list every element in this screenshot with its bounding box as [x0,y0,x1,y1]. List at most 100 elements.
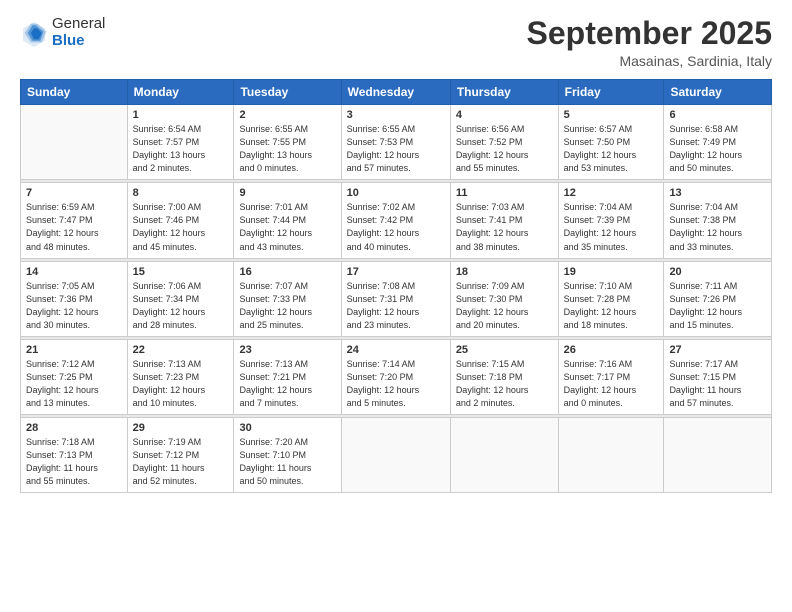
calendar-cell-w5-d3: 30 Sunrise: 7:20 AM Sunset: 7:10 PM Dayli… [234,417,341,492]
day-number: 8 [133,187,229,199]
calendar-cell-w5-d1: 28 Sunrise: 7:18 AM Sunset: 7:13 PM Dayli… [21,417,128,492]
calendar-cell-w4-d2: 22 Sunrise: 7:13 AM Sunset: 7:23 PM Dayli… [127,339,234,414]
header-monday: Monday [127,80,234,105]
day-number: 28 [26,422,122,434]
day-info: Sunrise: 6:54 AM Sunset: 7:57 PM Dayligh… [133,123,229,175]
calendar-cell-w2-d2: 8Sunrise: 7:00 AM Sunset: 7:46 PM Daylig… [127,183,234,258]
week-row-1: 1Sunrise: 6:54 AM Sunset: 7:57 PM Daylig… [21,105,772,180]
calendar-cell-w5-d6 [558,417,664,492]
logo: General Blue [20,16,105,49]
day-info: Sunrise: 7:09 AM Sunset: 7:30 PM Dayligh… [456,280,553,332]
calendar-cell-w3-d7: 20Sunrise: 7:11 AM Sunset: 7:26 PM Dayli… [664,261,772,336]
calendar-cell-w5-d2: 29 Sunrise: 7:19 AM Sunset: 7:12 PM Dayli… [127,417,234,492]
day-number: 13 [669,187,766,199]
day-info: Sunrise: 7:16 AM Sunset: 7:17 PM Dayligh… [564,358,659,410]
calendar-cell-w2-d5: 11 Sunrise: 7:03 AM Sunset: 7:41 PM Dayli… [450,183,558,258]
day-info: Sunrise: 7:12 AM Sunset: 7:25 PM Dayligh… [26,358,122,410]
calendar-cell-w1-d6: 5 Sunrise: 6:57 AM Sunset: 7:50 PM Daylig… [558,105,664,180]
day-number: 16 [239,266,335,278]
day-number: 21 [26,344,122,356]
calendar-cell-w2-d4: 10Sunrise: 7:02 AM Sunset: 7:42 PM Dayli… [341,183,450,258]
day-number: 7 [26,187,122,199]
day-number: 3 [347,109,445,121]
calendar-cell-w2-d6: 12Sunrise: 7:04 AM Sunset: 7:39 PM Dayli… [558,183,664,258]
header-saturday: Saturday [664,80,772,105]
day-info: Sunrise: 6:59 AM Sunset: 7:47 PM Dayligh… [26,201,122,253]
day-info: Sunrise: 7:02 AM Sunset: 7:42 PM Dayligh… [347,201,445,253]
location-subtitle: Masainas, Sardinia, Italy [527,53,772,69]
calendar-cell-w1-d1 [21,105,128,180]
calendar-cell-w3-d3: 16 Sunrise: 7:07 AM Sunset: 7:33 PM Dayli… [234,261,341,336]
day-info: Sunrise: 7:04 AM Sunset: 7:38 PM Dayligh… [669,201,766,253]
day-info: Sunrise: 7:07 AM Sunset: 7:33 PM Dayligh… [239,280,335,332]
day-number: 11 [456,187,553,199]
week-row-4: 21 Sunrise: 7:12 AM Sunset: 7:25 PM Dayli… [21,339,772,414]
calendar-cell-w5-d5 [450,417,558,492]
day-info: Sunrise: 7:10 AM Sunset: 7:28 PM Dayligh… [564,280,659,332]
calendar-cell-w4-d6: 26 Sunrise: 7:16 AM Sunset: 7:17 PM Dayli… [558,339,664,414]
day-number: 5 [564,109,659,121]
day-info: Sunrise: 7:01 AM Sunset: 7:44 PM Dayligh… [239,201,335,253]
day-number: 15 [133,266,229,278]
calendar-cell-w1-d4: 3Sunrise: 6:55 AM Sunset: 7:53 PM Daylig… [341,105,450,180]
header-tuesday: Tuesday [234,80,341,105]
header: General Blue September 2025 Masainas, Sa… [20,16,772,69]
calendar-cell-w4-d3: 23 Sunrise: 7:13 AM Sunset: 7:21 PM Dayli… [234,339,341,414]
day-info: Sunrise: 7:04 AM Sunset: 7:39 PM Dayligh… [564,201,659,253]
day-number: 26 [564,344,659,356]
day-info: Sunrise: 6:55 AM Sunset: 7:55 PM Dayligh… [239,123,335,175]
calendar-cell-w1-d2: 1Sunrise: 6:54 AM Sunset: 7:57 PM Daylig… [127,105,234,180]
calendar-cell-w5-d7 [664,417,772,492]
day-info: Sunrise: 7:14 AM Sunset: 7:20 PM Dayligh… [347,358,445,410]
day-number: 29 [133,422,229,434]
week-row-2: 7 Sunrise: 6:59 AM Sunset: 7:47 PM Daylig… [21,183,772,258]
day-info: Sunrise: 7:19 AM Sunset: 7:12 PM Dayligh… [133,436,229,488]
calendar-cell-w1-d3: 2 Sunrise: 6:55 AM Sunset: 7:55 PM Daylig… [234,105,341,180]
calendar-cell-w3-d6: 19 Sunrise: 7:10 AM Sunset: 7:28 PM Dayli… [558,261,664,336]
day-number: 4 [456,109,553,121]
day-number: 19 [564,266,659,278]
day-number: 14 [26,266,122,278]
day-info: Sunrise: 6:58 AM Sunset: 7:49 PM Dayligh… [669,123,766,175]
calendar-cell-w3-d4: 17 Sunrise: 7:08 AM Sunset: 7:31 PM Dayli… [341,261,450,336]
page: General Blue September 2025 Masainas, Sa… [0,0,792,612]
day-info: Sunrise: 7:08 AM Sunset: 7:31 PM Dayligh… [347,280,445,332]
calendar-cell-w2-d1: 7 Sunrise: 6:59 AM Sunset: 7:47 PM Daylig… [21,183,128,258]
title-block: September 2025 Masainas, Sardinia, Italy [527,16,772,69]
calendar-cell-w3-d2: 15 Sunrise: 7:06 AM Sunset: 7:34 PM Dayli… [127,261,234,336]
calendar-cell-w2-d3: 9Sunrise: 7:01 AM Sunset: 7:44 PM Daylig… [234,183,341,258]
calendar-cell-w4-d5: 25 Sunrise: 7:15 AM Sunset: 7:18 PM Dayli… [450,339,558,414]
day-info: Sunrise: 7:13 AM Sunset: 7:23 PM Dayligh… [133,358,229,410]
day-info: Sunrise: 7:05 AM Sunset: 7:36 PM Dayligh… [26,280,122,332]
week-row-5: 28 Sunrise: 7:18 AM Sunset: 7:13 PM Dayli… [21,417,772,492]
day-number: 23 [239,344,335,356]
day-number: 6 [669,109,766,121]
day-number: 30 [239,422,335,434]
day-info: Sunrise: 6:57 AM Sunset: 7:50 PM Dayligh… [564,123,659,175]
logo-blue-text: Blue [52,32,85,49]
day-info: Sunrise: 7:18 AM Sunset: 7:13 PM Dayligh… [26,436,122,488]
day-number: 2 [239,109,335,121]
day-number: 22 [133,344,229,356]
day-info: Sunrise: 7:06 AM Sunset: 7:34 PM Dayligh… [133,280,229,332]
week-row-3: 14 Sunrise: 7:05 AM Sunset: 7:36 PM Dayli… [21,261,772,336]
day-number: 20 [669,266,766,278]
logo-general-text: General [52,15,105,32]
day-number: 25 [456,344,553,356]
day-info: Sunrise: 7:15 AM Sunset: 7:18 PM Dayligh… [456,358,553,410]
day-info: Sunrise: 7:20 AM Sunset: 7:10 PM Dayligh… [239,436,335,488]
calendar-cell-w3-d5: 18Sunrise: 7:09 AM Sunset: 7:30 PM Dayli… [450,261,558,336]
month-title: September 2025 [527,16,772,51]
day-info: Sunrise: 7:13 AM Sunset: 7:21 PM Dayligh… [239,358,335,410]
day-info: Sunrise: 7:03 AM Sunset: 7:41 PM Dayligh… [456,201,553,253]
logo-text: General Blue [52,16,105,49]
header-sunday: Sunday [21,80,128,105]
calendar-cell-w1-d7: 6 Sunrise: 6:58 AM Sunset: 7:49 PM Daylig… [664,105,772,180]
day-info: Sunrise: 6:56 AM Sunset: 7:52 PM Dayligh… [456,123,553,175]
day-info: Sunrise: 7:17 AM Sunset: 7:15 PM Dayligh… [669,358,766,410]
calendar-cell-w5-d4 [341,417,450,492]
day-number: 17 [347,266,445,278]
calendar-cell-w4-d4: 24Sunrise: 7:14 AM Sunset: 7:20 PM Dayli… [341,339,450,414]
header-wednesday: Wednesday [341,80,450,105]
calendar-cell-w1-d5: 4 Sunrise: 6:56 AM Sunset: 7:52 PM Daylig… [450,105,558,180]
